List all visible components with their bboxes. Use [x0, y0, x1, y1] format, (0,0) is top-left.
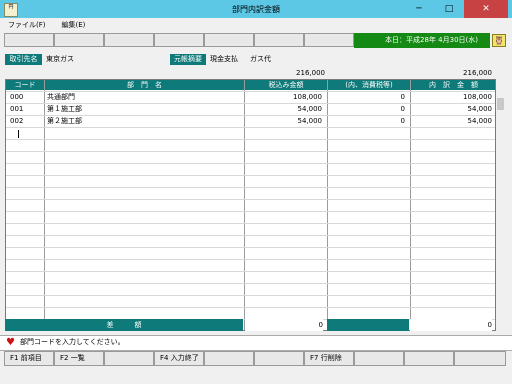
toolbar-button-6[interactable] [254, 33, 304, 47]
col-header-tax: (内、消費税等) [328, 80, 410, 90]
grid-row-line [6, 295, 495, 296]
vertical-scrollbar[interactable] [496, 94, 506, 331]
grid-row-line [6, 223, 495, 224]
f9-button[interactable] [404, 351, 454, 366]
f2-list-button[interactable]: F2 一覧 [54, 351, 104, 366]
col-header-department: 部 門 名 [45, 80, 244, 90]
toolbar-button-1[interactable] [4, 33, 54, 47]
f8-button[interactable] [354, 351, 404, 366]
heart-icon: ♥ [6, 337, 15, 348]
menu-bar: ファイル(F) 編集(E) [0, 18, 512, 32]
f4-finish-input-button[interactable]: F4 入力終了 [154, 351, 204, 366]
col-header-breakdown: 内 訳 金 額 [411, 80, 495, 90]
toolbar: 本日：平成28年 4月30日(水) 🦉 [0, 32, 512, 49]
status-bar: ♥ 部門コードを入力してください。 [0, 335, 512, 351]
f7-delete-row-button[interactable]: F7 行削除 [304, 351, 354, 366]
grid-row-line [6, 163, 495, 164]
row-amount[interactable]: 54,000 [246, 104, 323, 115]
text-cursor [18, 130, 19, 138]
grid-row-line [6, 259, 495, 260]
menu-file[interactable]: ファイル(F) [0, 18, 54, 30]
summary-value-gas: ガス代 [250, 55, 271, 63]
toolbar-button-2[interactable] [54, 33, 104, 47]
row-tax[interactable]: 0 [329, 116, 405, 127]
grid-row-line [6, 283, 495, 284]
toolbar-button-3[interactable] [104, 33, 154, 47]
f1-prev-item-button[interactable]: F1 前項目 [4, 351, 54, 366]
row-tax[interactable]: 0 [329, 92, 405, 103]
summary-label: 元帳摘要 [170, 54, 206, 65]
close-button[interactable]: ✕ [464, 0, 508, 18]
f10-button[interactable] [454, 351, 506, 366]
row-code[interactable]: 002 [10, 116, 40, 127]
toolbar-button-5[interactable] [204, 33, 254, 47]
today-date-display: 本日：平成28年 4月30日(水) [354, 33, 490, 48]
col-header-amount: 税込み金額 [245, 80, 327, 90]
f6-button[interactable] [254, 351, 304, 366]
menu-edit[interactable]: 編集(E) [54, 18, 94, 30]
scrollbar-thumb[interactable] [497, 98, 504, 110]
difference-breakdown: 0 [410, 319, 492, 331]
department-table: コード 部 門 名 税込み金額 (内、消費税等) 内 訳 金 額 000 共通部… [5, 79, 496, 331]
col-header-code: コード [6, 80, 44, 90]
difference-amount: 0 [245, 319, 323, 331]
grid-row-line [6, 211, 495, 212]
grid-row-line [6, 271, 495, 272]
grid-row-line [6, 235, 495, 236]
owl-icon[interactable]: 🦉 [492, 34, 506, 47]
difference-tax-filler [327, 319, 409, 331]
grid-row-line [6, 199, 495, 200]
status-message: 部門コードを入力してください。 [20, 338, 125, 346]
f5-button[interactable] [204, 351, 254, 366]
total-breakdown: 216,000 [463, 69, 492, 77]
toolbar-button-7[interactable] [304, 33, 354, 47]
title-bar: 円 部門内訳金額 ─ □ ✕ [0, 0, 512, 18]
summary-value-payment: 現金支払 [210, 55, 238, 63]
grid-row-line [6, 247, 495, 248]
grid-row-line [6, 187, 495, 188]
partner-value: 東京ガス [46, 55, 74, 63]
row-amount[interactable]: 54,000 [246, 116, 323, 127]
row-breakdown[interactable]: 54,000 [412, 104, 493, 115]
toolbar-button-4[interactable] [154, 33, 204, 47]
row-tax[interactable]: 0 [329, 104, 405, 115]
total-amount-incl: 216,000 [296, 69, 325, 77]
partner-label: 取引先名 [5, 54, 42, 65]
row-code[interactable]: 000 [10, 92, 40, 103]
difference-row: 差 額 0 0 [5, 319, 496, 331]
grid-row-line [6, 127, 495, 128]
row-code[interactable]: 001 [10, 104, 40, 115]
difference-label: 差 額 [5, 319, 243, 331]
maximize-button[interactable]: □ [434, 0, 464, 18]
row-department[interactable]: 第２施工部 [47, 116, 237, 127]
row-breakdown[interactable]: 54,000 [412, 116, 493, 127]
grid-row-line [6, 151, 495, 152]
grid-row-line [6, 307, 495, 308]
row-department[interactable]: 第１施工部 [47, 104, 237, 115]
row-amount[interactable]: 108,000 [246, 92, 322, 103]
f3-button[interactable] [104, 351, 154, 366]
minimize-button[interactable]: ─ [404, 0, 434, 18]
row-breakdown[interactable]: 108,000 [412, 92, 492, 103]
row-department[interactable]: 共通部門 [47, 92, 237, 103]
grid-row-line [6, 175, 495, 176]
grid-row-line [6, 139, 495, 140]
